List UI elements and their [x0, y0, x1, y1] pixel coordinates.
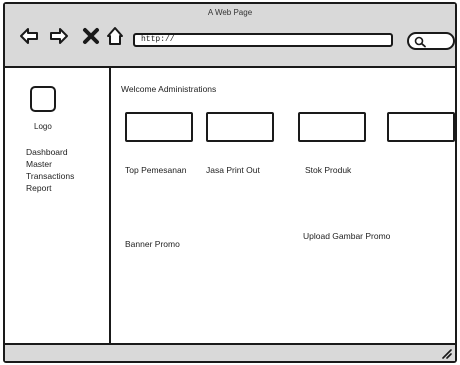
upload-gambar-promo-label: Upload Gambar Promo: [303, 231, 391, 241]
jasa-print-out-label: Jasa Print Out: [206, 165, 260, 175]
welcome-heading: Welcome Administrations: [121, 84, 217, 94]
widget-box: [125, 112, 193, 142]
sidebar-item-transactions[interactable]: Transactions: [26, 170, 74, 182]
resize-grip-icon[interactable]: [440, 347, 452, 359]
status-bar: [5, 343, 455, 361]
stok-produk-label: Stok Produk: [305, 165, 352, 175]
browser-window: A Web Page http:// Logo Dashboard Master…: [3, 2, 457, 363]
sidebar-menu: Dashboard Master Transactions Report: [26, 146, 74, 194]
close-icon[interactable]: [81, 26, 101, 46]
main-content: Welcome Administrations Top Pemesanan Ja…: [111, 68, 455, 347]
sidebar-item-report[interactable]: Report: [26, 182, 74, 194]
sidebar-item-master[interactable]: Master: [26, 158, 74, 170]
url-input[interactable]: http://: [133, 33, 393, 47]
window-title: A Web Page: [207, 8, 253, 17]
title-bar: A Web Page http://: [5, 4, 455, 68]
search-icon: [414, 36, 426, 48]
forward-icon[interactable]: [49, 26, 69, 46]
back-icon[interactable]: [19, 26, 39, 46]
banner-promo-label: Banner Promo: [125, 239, 180, 249]
sidebar-item-dashboard[interactable]: Dashboard: [26, 146, 74, 158]
widget-box: [387, 112, 455, 142]
logo-label: Logo: [34, 122, 52, 131]
widget-box: [298, 112, 366, 142]
top-pemesanan-label: Top Pemesanan: [125, 165, 187, 175]
home-icon[interactable]: [105, 26, 125, 46]
logo-placeholder: [30, 86, 56, 112]
sidebar: Logo Dashboard Master Transactions Repor…: [5, 68, 111, 347]
search-box[interactable]: [407, 32, 455, 50]
widget-box: [206, 112, 274, 142]
